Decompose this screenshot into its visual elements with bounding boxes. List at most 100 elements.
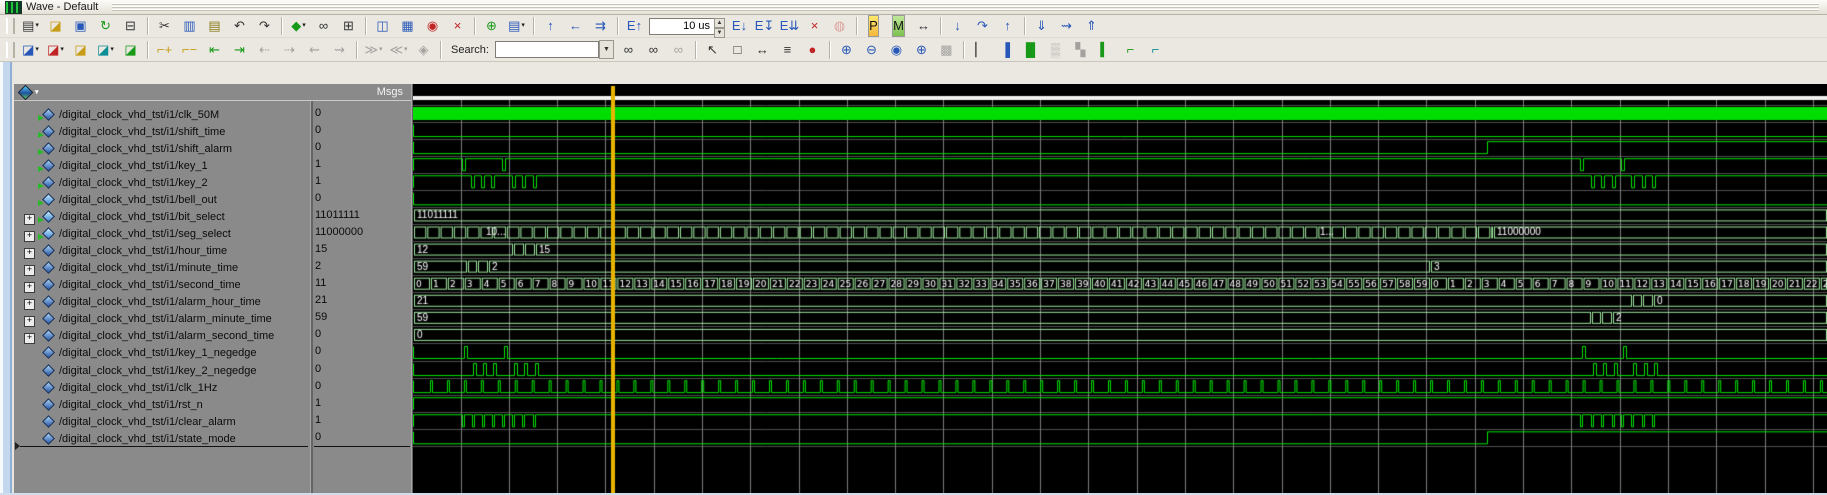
run-button[interactable]: E↓ [727, 15, 752, 37]
expand-hierarchy-button[interactable]: ⊞ [336, 15, 361, 37]
signal-row-shift_alarm[interactable]: /digital_clock_vhd_tst/i1/shift_alarm [14, 139, 310, 156]
undo-button[interactable]: ↶ [227, 15, 252, 37]
zoom-cursor-button[interactable]: ⊕ [909, 39, 934, 61]
step-into-button[interactable]: ↓ [945, 15, 970, 37]
open-file-button[interactable]: ◪ [43, 15, 68, 37]
signal-row-bit_select[interactable]: +/digital_clock_vhd_tst/i1/bit_select [14, 207, 310, 225]
paste-button[interactable]: ▤ [202, 15, 227, 37]
signal-msgs-column[interactable]: 0 0 0 1 1 0 11011111 11000000 15 2 11 21 59 0 0 0 0 1 1 0 [312, 84, 411, 493]
run-continue-button[interactable]: E↧ [752, 15, 777, 37]
signal-row-second_time[interactable]: +/digital_clock_vhd_tst/i1/second_time [14, 275, 310, 294]
signal-row-key_1[interactable]: /digital_clock_vhd_tst/i1/key_1 [14, 156, 310, 173]
previous-transition-button[interactable]: ⇤ [202, 39, 227, 61]
break-button[interactable]: × [802, 15, 827, 37]
run-all-button[interactable]: E⇊ [777, 15, 802, 37]
run-length-input[interactable] [649, 17, 714, 35]
wave-edit-mode-button[interactable]: ▾ [17, 84, 41, 100]
pan-hand-button[interactable]: ↔ [911, 15, 936, 37]
step-out-instance-button[interactable]: ⇑ [1079, 15, 1104, 37]
toolbar-grip[interactable] [6, 41, 15, 58]
search-forward-button[interactable]: ∞ [641, 39, 666, 61]
group-bars-button[interactable]: ▍ [1093, 39, 1118, 61]
signal-row-alarm_minute_time[interactable]: +/digital_clock_vhd_tst/i1/alarm_minute_… [14, 309, 310, 328]
profile-performance-button[interactable]: P [861, 15, 886, 37]
title-bar[interactable]: Wave - Default [0, 0, 1827, 15]
signal-row-seg_select[interactable]: +/digital_clock_vhd_tst/i1/seg_select [14, 224, 310, 242]
signal-row-hour_time[interactable]: +/digital_clock_vhd_tst/i1/hour_time [14, 241, 310, 260]
search-input[interactable] [494, 41, 599, 58]
delete-cursor-button[interactable]: ⌐− [177, 39, 202, 61]
column-splitter-names[interactable] [310, 84, 313, 493]
go-forward-button[interactable]: ⇉ [588, 15, 613, 37]
reload-icon: ↻ [100, 18, 111, 33]
signal-value-alarm_second_time: 0 [315, 328, 322, 341]
find-button[interactable]: ∞ [311, 15, 336, 37]
add-to-wave-button[interactable]: ◫ [370, 15, 395, 37]
expanded-time-off-button[interactable]: ▏ [968, 39, 993, 61]
signal-row-key_2_negedge[interactable]: /digital_clock_vhd_tst/i1/key_2_negedge [14, 361, 310, 378]
signal-row-key_2[interactable]: /digital_clock_vhd_tst/i1/key_2 [14, 173, 310, 190]
signal-row-clk_50M[interactable]: /digital_clock_vhd_tst/i1/clk_50M [14, 105, 310, 122]
signal-row-alarm_second_time[interactable]: +/digital_clock_vhd_tst/i1/alarm_second_… [14, 326, 310, 345]
insert-cursor-button[interactable]: ⌐+ [152, 39, 177, 61]
profile-memory-button[interactable]: M [886, 15, 911, 37]
go-up-button[interactable]: ↑ [538, 15, 563, 37]
event-bracket-right-button[interactable]: ⌐ [1143, 39, 1168, 61]
signal-name-column[interactable]: /digital_clock_vhd_tst/i1/clk_50M/digita… [14, 84, 310, 493]
signal-row-alarm_hour_time[interactable]: +/digital_clock_vhd_tst/i1/alarm_hour_ti… [14, 292, 310, 311]
signal-row-bell_out[interactable]: /digital_clock_vhd_tst/i1/bell_out [14, 190, 310, 207]
waveform-canvas[interactable] [413, 84, 1827, 495]
search-dropdown-button[interactable]: ▼ [598, 40, 614, 59]
spinner-up-icon[interactable]: ▲ [714, 17, 725, 28]
step-out-button[interactable]: ↑ [995, 15, 1020, 37]
signal-row-shift_time[interactable]: /digital_clock_vhd_tst/i1/shift_time [14, 122, 310, 139]
edit-wave-format-button[interactable]: ◪ [68, 39, 93, 61]
signal-row-rst_n[interactable]: /digital_clock_vhd_tst/i1/rst_n [14, 395, 310, 412]
reload-button[interactable]: ↻ [93, 15, 118, 37]
spinner-down-icon[interactable]: ▼ [714, 27, 725, 38]
add-selected-to-window-button[interactable]: ◪ ▾ [18, 39, 43, 61]
next-transition-button[interactable]: ⇥ [227, 39, 252, 61]
signal-row-clk_1Hz[interactable]: /digital_clock_vhd_tst/i1/clk_1Hz [14, 378, 310, 395]
signal-row-minute_time[interactable]: +/digital_clock_vhd_tst/i1/minute_time [14, 258, 310, 277]
step-into-instance-button[interactable]: ⇓ [1029, 15, 1054, 37]
signal-icon-alarm_hour_time [40, 295, 55, 309]
add-to-list-button[interactable]: ▦ [395, 15, 420, 37]
signal-row-clear_alarm[interactable]: /digital_clock_vhd_tst/i1/clear_alarm [14, 412, 310, 429]
redo-button[interactable]: ↷ [252, 15, 277, 37]
compile-all-button[interactable]: ◆ ▾ [286, 15, 311, 37]
step-over-instance-button[interactable]: ⇝ [1054, 15, 1079, 37]
zoom-mode-button[interactable]: □ [725, 39, 750, 61]
zoom-full-button[interactable]: ◉ [884, 39, 909, 61]
add-remove-objects-button[interactable]: ◪ ▾ [43, 39, 68, 61]
diamond-shape [42, 141, 55, 155]
signal-row-key_1_negedge[interactable]: /digital_clock_vhd_tst/i1/key_1_negedge [14, 343, 310, 360]
delete-from-wave-button[interactable]: × [445, 15, 470, 37]
environment-link-button[interactable]: ⊕ [479, 15, 504, 37]
print-button[interactable]: ⊟ [118, 15, 143, 37]
restart-button[interactable]: E↑ [622, 15, 647, 37]
save-button[interactable]: ▣ [68, 15, 93, 37]
edit-mode-button[interactable]: ≡ [775, 39, 800, 61]
signal-row-state_mode[interactable]: /digital_clock_vhd_tst/i1/state_mode [14, 429, 310, 446]
cut-button[interactable]: ✂ [152, 15, 177, 37]
object-filter-button[interactable]: ▤ ▾ [504, 15, 529, 37]
new-file-button[interactable]: ▤ ▾ [18, 15, 43, 37]
event-bracket-left-button[interactable]: ⌐ [1118, 39, 1143, 61]
pan-mode-button[interactable]: ↔ [750, 39, 775, 61]
expanded-time-events-button[interactable]: █ [1018, 39, 1043, 61]
save-wave-format-button[interactable]: ◪ ▾ [93, 39, 118, 61]
expanded-time-deltas-button[interactable]: ▐ [993, 39, 1018, 61]
copy-button[interactable]: ▥ [177, 15, 202, 37]
zoom-out-button[interactable]: ⊖ [859, 39, 884, 61]
export-waveform-button[interactable]: ◪ [118, 39, 143, 61]
select-mode-button[interactable]: ↖ [700, 39, 725, 61]
toolbar-grip[interactable] [6, 18, 15, 34]
stop-drawing-button[interactable]: ● [800, 39, 825, 61]
find-in-design-button[interactable]: ◉ [420, 15, 445, 37]
run-length-spinner[interactable]: ▲ ▼ [714, 17, 725, 38]
go-back-button[interactable]: ← [563, 15, 588, 37]
search-reverse-button[interactable]: ∞ [616, 39, 641, 61]
zoom-in-button[interactable]: ⊕ [834, 39, 859, 61]
step-over-button[interactable]: ↷ [970, 15, 995, 37]
